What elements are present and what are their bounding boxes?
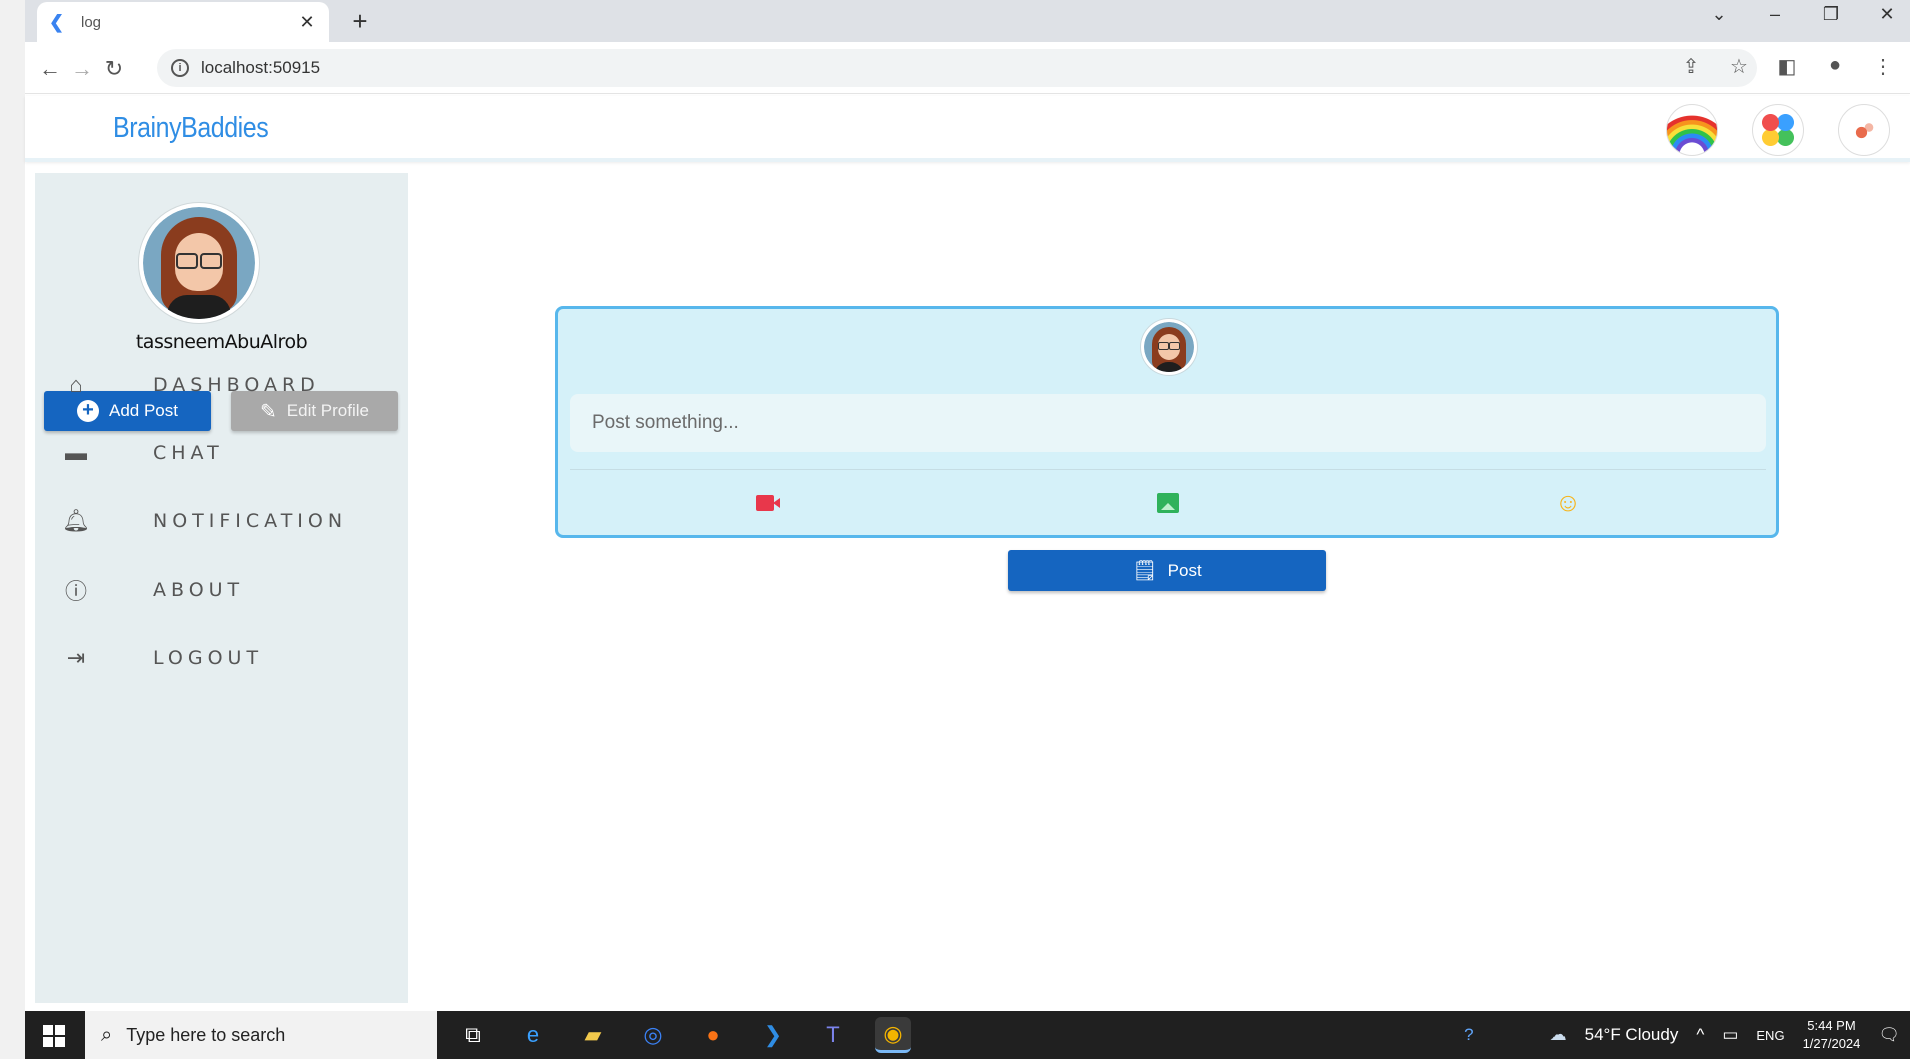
nav-label: DASHBOARD	[153, 374, 320, 396]
post-input[interactable]	[570, 394, 1766, 452]
menu-kebab-icon[interactable]: ⋮	[1870, 54, 1896, 79]
composer-avatar	[1141, 319, 1197, 375]
system-tray: ? ☁ 54°F Cloudy ^ ▭ ENG 5:44 PM 1/27/202…	[1464, 1011, 1900, 1059]
nav-label: LOGOUT	[153, 647, 264, 669]
clock-time: 5:44 PM	[1807, 1018, 1856, 1033]
nav-label: ABOUT	[153, 579, 245, 601]
taskbar-search[interactable]: ⌕ Type here to search	[85, 1011, 437, 1059]
flutter-favicon-icon: ❮	[49, 12, 65, 32]
bookmark-star-icon[interactable]: ☆	[1726, 54, 1752, 79]
side-panel-icon[interactable]: ◧	[1774, 54, 1800, 79]
browser-toolbar: ← → ↻ i localhost:50915 ⇪ ☆ ◧ ● ⋮	[25, 42, 1910, 94]
close-window-icon[interactable]: ✕	[1874, 4, 1900, 25]
chat-icon: ▬	[65, 440, 87, 465]
windows-start-icon[interactable]	[43, 1025, 65, 1047]
emoji-icon[interactable]: ☺	[1554, 489, 1582, 515]
taskbar-apps: ⧉ e ▰ ◎ ● ❯ T ◉	[455, 1017, 911, 1053]
browser-tab[interactable]: ❮ log ✕	[37, 2, 329, 42]
avatar-glasses	[176, 253, 222, 269]
chrome-icon[interactable]: ◉	[875, 1017, 911, 1053]
post-composer: ☺	[555, 306, 1779, 538]
android-studio-icon[interactable]: ◎	[635, 1017, 671, 1053]
logout-icon: ⇥	[66, 645, 86, 670]
avatar-shirt	[167, 295, 231, 319]
close-tab-icon[interactable]: ✕	[297, 12, 317, 33]
clock[interactable]: 5:44 PM 1/27/2024	[1803, 1017, 1861, 1053]
home-icon: ⌂	[69, 372, 83, 397]
new-tab-icon[interactable]: +	[345, 6, 375, 37]
composer-divider	[570, 469, 1766, 470]
edge-icon[interactable]: e	[515, 1017, 551, 1053]
cloud-icon: ☁	[1549, 1025, 1567, 1044]
reload-icon[interactable]: ↻	[101, 56, 127, 82]
nav-item-about[interactable]: ⓘ ABOUT	[61, 570, 391, 610]
brand-logo[interactable]: BrainyBaddies	[113, 112, 269, 145]
clock-date: 1/27/2024	[1802, 1036, 1861, 1051]
profile-icon[interactable]: ●	[1822, 54, 1848, 79]
left-edge	[0, 0, 25, 1059]
weather-text[interactable]: 54°F Cloudy	[1585, 1025, 1679, 1045]
notification-center-icon[interactable]: 🗨︎	[1878, 1025, 1900, 1045]
toolbar-icons: ⇪ ☆ ◧ ● ⋮	[1678, 54, 1896, 79]
image-icon[interactable]	[1154, 491, 1182, 515]
browser-tabbar: ❮ log ✕ + ⌄ – ❐ ✕	[25, 0, 1910, 42]
restore-icon[interactable]: ❐	[1818, 4, 1844, 25]
search-icon: ⌕	[101, 1023, 113, 1046]
nav-item-chat[interactable]: ▬ CHAT	[61, 433, 391, 473]
window-controls: ⌄ – ❐ ✕	[1706, 4, 1900, 25]
chevron-up-icon[interactable]: ^	[1696, 1025, 1704, 1045]
video-call-icon[interactable]	[754, 491, 782, 515]
tab-title: log	[81, 13, 102, 31]
image-mountain	[1161, 503, 1175, 510]
nav-item-logout[interactable]: ⇥ LOGOUT	[61, 638, 391, 678]
profile-avatar[interactable]	[139, 203, 259, 323]
address-bar[interactable]: i localhost:50915	[157, 49, 1757, 87]
rainbow-avatar-icon[interactable]	[1666, 104, 1718, 156]
nav-item-notification[interactable]: 🔔︎ NOTIFICATION	[61, 501, 391, 541]
battery-icon[interactable]: ▭	[1722, 1025, 1738, 1045]
vscode-icon[interactable]: ❯	[755, 1017, 791, 1053]
postman-icon[interactable]: ●	[695, 1017, 731, 1053]
sidebar: tassneemAbuAlrob + Add Post ✎ Edit Profi…	[35, 173, 408, 1003]
nav-label: CHAT	[153, 442, 224, 464]
post-label: Post	[1167, 560, 1202, 580]
back-icon[interactable]: ←	[37, 56, 63, 82]
windows-taskbar: ⌕ Type here to search ⧉ e ▰ ◎ ● ❯ T ◉ ? …	[25, 1011, 1910, 1059]
search-placeholder: Type here to search	[126, 1024, 286, 1045]
tab-search-icon[interactable]: ⌄	[1706, 4, 1732, 25]
post-button[interactable]: 🗒︎ Post	[1008, 550, 1326, 591]
nav-label: NOTIFICATION	[153, 510, 348, 532]
language-indicator[interactable]: ENG	[1756, 1028, 1784, 1043]
avatar-glasses	[1158, 342, 1180, 350]
colorful-brain-avatar-icon[interactable]	[1752, 104, 1804, 156]
header-avatars	[1666, 104, 1890, 156]
task-view-icon[interactable]: ⧉	[455, 1017, 491, 1053]
screen: ❮ log ✕ + ⌄ – ❐ ✕ ← → ↻ i localhost:5091…	[0, 0, 1910, 1059]
profile-username: tassneemAbuAlrob	[135, 331, 308, 353]
app-header: BrainyBaddies	[25, 96, 1910, 162]
teams-icon[interactable]: T	[815, 1017, 851, 1053]
share-icon[interactable]: ⇪	[1678, 54, 1704, 79]
nav-item-dashboard[interactable]: ⌂ DASHBOARD	[61, 365, 391, 405]
url-text: localhost:50915	[201, 58, 321, 77]
forward-icon[interactable]: →	[69, 56, 95, 82]
help-icon[interactable]: ?	[1464, 1025, 1473, 1045]
bell-icon: 🔔︎	[62, 508, 90, 533]
bird-avatar-icon[interactable]	[1838, 104, 1890, 156]
post-add-icon: 🗒︎	[1132, 560, 1158, 582]
info-icon: ⓘ	[64, 579, 87, 604]
file-explorer-icon[interactable]: ▰	[575, 1017, 611, 1053]
video-body	[756, 495, 774, 511]
minimize-icon[interactable]: –	[1762, 4, 1788, 25]
video-lens	[773, 498, 780, 508]
site-info-icon[interactable]: i	[171, 59, 189, 77]
